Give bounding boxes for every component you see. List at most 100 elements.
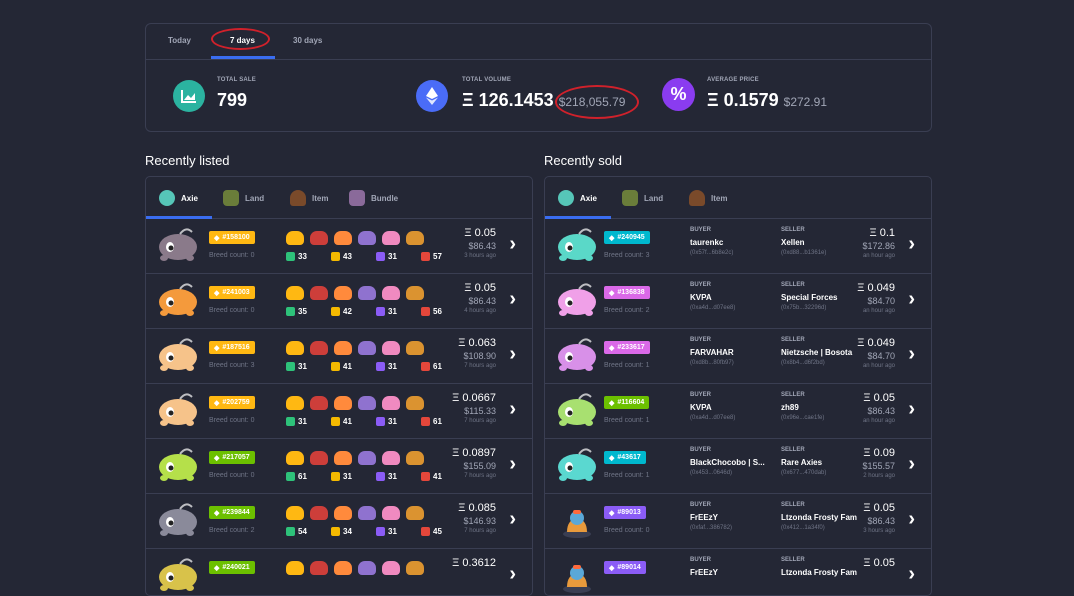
- list-item[interactable]: ◆ #217057 Breed count: 0 61 31 31 41 Ξ 0.0897 $1…: [146, 439, 532, 494]
- list-item[interactable]: ◆ #43617 Breed count: 1 BUYER BlackChocobo |…: [545, 439, 931, 494]
- axie-image: [154, 555, 202, 595]
- body-part-icon: [358, 396, 376, 410]
- tab-bundle[interactable]: Bundle: [349, 190, 398, 206]
- chevron-right-icon[interactable]: ›: [908, 508, 915, 531]
- recently-listed-panel: Axie Land Item Bundle ◆ #158100 Breed coun…: [145, 176, 533, 596]
- axie-image: [553, 500, 601, 540]
- list-item[interactable]: ◆ #158100 Breed count: 0 33 43 31 57 Ξ 0.05 $86.…: [146, 219, 532, 274]
- price-eth: Ξ 0.05: [464, 227, 496, 239]
- buyer-name[interactable]: FARVAHAR: [690, 348, 734, 357]
- breed-count: Breed count: 3: [604, 252, 650, 259]
- list-item[interactable]: ◆ #240021 Ξ 0.3612 ›: [146, 549, 532, 595]
- stat-value: 43: [343, 252, 352, 261]
- chevron-right-icon[interactable]: ›: [908, 343, 915, 366]
- tab-today[interactable]: Today: [168, 36, 191, 45]
- body-part-icon: [310, 506, 328, 520]
- chevron-right-icon[interactable]: ›: [908, 398, 915, 421]
- seller-name[interactable]: Rare Axies: [781, 458, 822, 467]
- tab-land[interactable]: Land: [223, 190, 264, 206]
- average-price-usd: $272.91: [783, 95, 828, 109]
- seller-name[interactable]: zh89: [781, 403, 799, 412]
- list-item[interactable]: ◆ #136838 Breed count: 2 BUYER KVPA (0xa4d...…: [545, 274, 931, 329]
- listed-time: 7 hours ago: [464, 363, 496, 369]
- chevron-right-icon[interactable]: ›: [908, 288, 915, 311]
- stat-value: 33: [298, 252, 307, 261]
- chevron-right-icon[interactable]: ›: [509, 508, 516, 531]
- tab-axie[interactable]: Axie: [558, 190, 597, 206]
- chevron-right-icon[interactable]: ›: [908, 453, 915, 476]
- list-item[interactable]: ◆ #202759 Breed count: 0 31 41 31 61 Ξ 0.0667 $1…: [146, 384, 532, 439]
- stat-value: 31: [388, 362, 397, 371]
- buyer-name[interactable]: FrEEzY: [690, 568, 718, 577]
- total-sale-value: 799: [217, 90, 248, 110]
- body-part-icon: [310, 286, 328, 300]
- skill-icon: [376, 527, 385, 536]
- price: Ξ 0.05: [863, 557, 895, 570]
- chevron-right-icon[interactable]: ›: [509, 453, 516, 476]
- breed-count: Breed count: 0: [209, 417, 255, 424]
- tab-30-days[interactable]: 30 days: [293, 36, 322, 45]
- seller-name[interactable]: Nietzsche | Bosota: [781, 348, 852, 357]
- list-item[interactable]: ◆ #239844 Breed count: 2 54 34 31 45 Ξ 0.085 $14…: [146, 494, 532, 549]
- tab-axie[interactable]: Axie: [159, 190, 198, 206]
- price-eth: Ξ 0.05: [863, 502, 895, 514]
- seller-name[interactable]: Special Forces: [781, 293, 837, 302]
- stat-hp: 54: [286, 527, 324, 536]
- health-icon: [286, 362, 295, 371]
- tab-item[interactable]: Item: [689, 190, 727, 206]
- axie-image: [553, 225, 601, 265]
- list-item[interactable]: ◆ #116604 Breed count: 1 BUYER KVPA (0xa4d...…: [545, 384, 931, 439]
- buyer-name[interactable]: KVPA: [690, 403, 712, 412]
- buyer-name[interactable]: BlackChocobo | S...: [690, 458, 765, 467]
- axie-id: #239844: [222, 509, 250, 516]
- annotation-circle: [555, 85, 639, 119]
- sold-time: an hour ago: [862, 363, 895, 369]
- chevron-right-icon[interactable]: ›: [509, 343, 516, 366]
- list-item[interactable]: ◆ #89014 BUYER FrEEzY SELLER Ltzonda Frosty F…: [545, 549, 931, 595]
- chevron-right-icon[interactable]: ›: [509, 398, 516, 421]
- list-item[interactable]: ◆ #187516 Breed count: 3 31 41 31 61 Ξ 0.063 $10…: [146, 329, 532, 384]
- stat-speed: 41: [331, 417, 369, 426]
- body-part-icon: [310, 231, 328, 245]
- health-icon: [286, 527, 295, 536]
- price-eth: Ξ 0.09: [863, 447, 895, 459]
- class-icon: ◆: [214, 564, 220, 572]
- list-item[interactable]: ◆ #241003 Breed count: 0 35 42 31 56 Ξ 0.05 $86.…: [146, 274, 532, 329]
- buyer-name[interactable]: taurenkc: [690, 238, 723, 247]
- class-icon: ◆: [214, 399, 220, 407]
- list-item[interactable]: ◆ #240945 Breed count: 3 BUYER taurenkc (0x57…: [545, 219, 931, 274]
- stat-value: 42: [343, 307, 352, 316]
- axie-id-badge: ◆ #239844: [209, 506, 255, 519]
- tab-land[interactable]: Land: [622, 190, 663, 206]
- price-eth: Ξ 0.063: [458, 337, 496, 349]
- stat-value: 34: [343, 527, 352, 536]
- body-part-icon: [406, 561, 424, 575]
- axie-image: [553, 445, 601, 485]
- chevron-right-icon[interactable]: ›: [908, 233, 915, 256]
- tab-item[interactable]: Item: [290, 190, 328, 206]
- axie-id: #187516: [222, 344, 250, 351]
- speed-icon: [331, 417, 340, 426]
- chevron-right-icon[interactable]: ›: [509, 233, 516, 256]
- bundle-icon: [349, 190, 365, 206]
- total-volume-label: TOTAL VOLUME: [462, 77, 512, 83]
- seller-label: SELLER: [781, 337, 805, 343]
- seller-address: (0x96e...cae1fe): [781, 415, 825, 421]
- body-part-icon: [358, 286, 376, 300]
- recently-sold-panel: Axie Land Item ◆ #240945 Breed count: 3 BUY…: [544, 176, 932, 596]
- chevron-right-icon[interactable]: ›: [509, 288, 516, 311]
- breed-count: Breed count: 0: [604, 527, 650, 534]
- seller-name[interactable]: Ltzonda Frosty Fam: [781, 568, 857, 577]
- buyer-name[interactable]: KVPA: [690, 293, 712, 302]
- list-item[interactable]: ◆ #233617 Breed count: 1 BUYER FARVAHAR (0xd8…: [545, 329, 931, 384]
- price-eth: Ξ 0.05: [863, 392, 895, 404]
- buyer-name[interactable]: FrEEzY: [690, 513, 718, 522]
- price-usd: $86.43: [867, 406, 895, 416]
- list-item[interactable]: ◆ #89013 Breed count: 0 BUYER FrEEzY (0xfaf..…: [545, 494, 931, 549]
- seller-name[interactable]: Ltzonda Frosty Fam: [781, 513, 857, 522]
- stat-skill: 31: [376, 252, 414, 261]
- seller-name[interactable]: Xellen: [781, 238, 805, 247]
- buyer-label: BUYER: [690, 447, 712, 453]
- price: Ξ 0.05 $86.43 3 hours ago: [464, 227, 496, 261]
- buyer-label: BUYER: [690, 557, 712, 563]
